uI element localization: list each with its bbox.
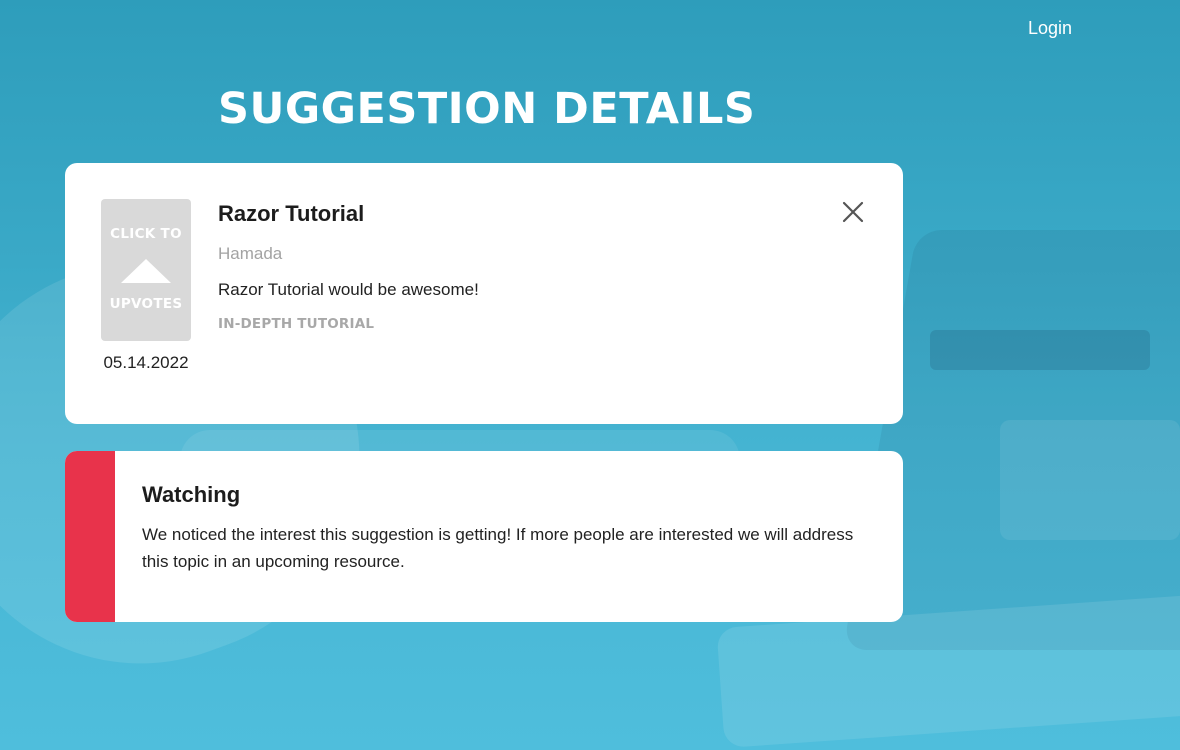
suggestion-detail-card: CLICK TO UPVOTES 05.14.2022 Razor Tutori… bbox=[65, 163, 903, 424]
suggestion-title: Razor Tutorial bbox=[218, 201, 365, 226]
background-keys-shape bbox=[930, 330, 1150, 370]
background-keys-shape bbox=[1000, 420, 1180, 540]
close-button[interactable] bbox=[838, 197, 868, 227]
triangle-up-icon bbox=[121, 259, 171, 283]
suggestion-author: Hamada bbox=[218, 244, 283, 263]
upvote-top-label: CLICK TO bbox=[110, 226, 182, 242]
suggestion-date: 05.14.2022 bbox=[103, 353, 189, 372]
upvote-button[interactable]: CLICK TO UPVOTES bbox=[101, 199, 191, 341]
status-card: Watching We noticed the interest this su… bbox=[65, 451, 903, 622]
status-description: We noticed the interest this suggestion … bbox=[142, 525, 854, 571]
close-icon bbox=[842, 201, 864, 223]
suggestion-description: Razor Tutorial would be awesome! bbox=[218, 280, 479, 299]
login-link[interactable]: Login bbox=[1028, 18, 1072, 39]
status-color-stripe bbox=[65, 451, 115, 622]
page-title: SUGGESTION DETAILS bbox=[218, 84, 756, 134]
status-title: Watching bbox=[142, 482, 241, 507]
upvote-bottom-label: UPVOTES bbox=[109, 296, 183, 312]
suggestion-category: IN-DEPTH TUTORIAL bbox=[218, 316, 375, 332]
